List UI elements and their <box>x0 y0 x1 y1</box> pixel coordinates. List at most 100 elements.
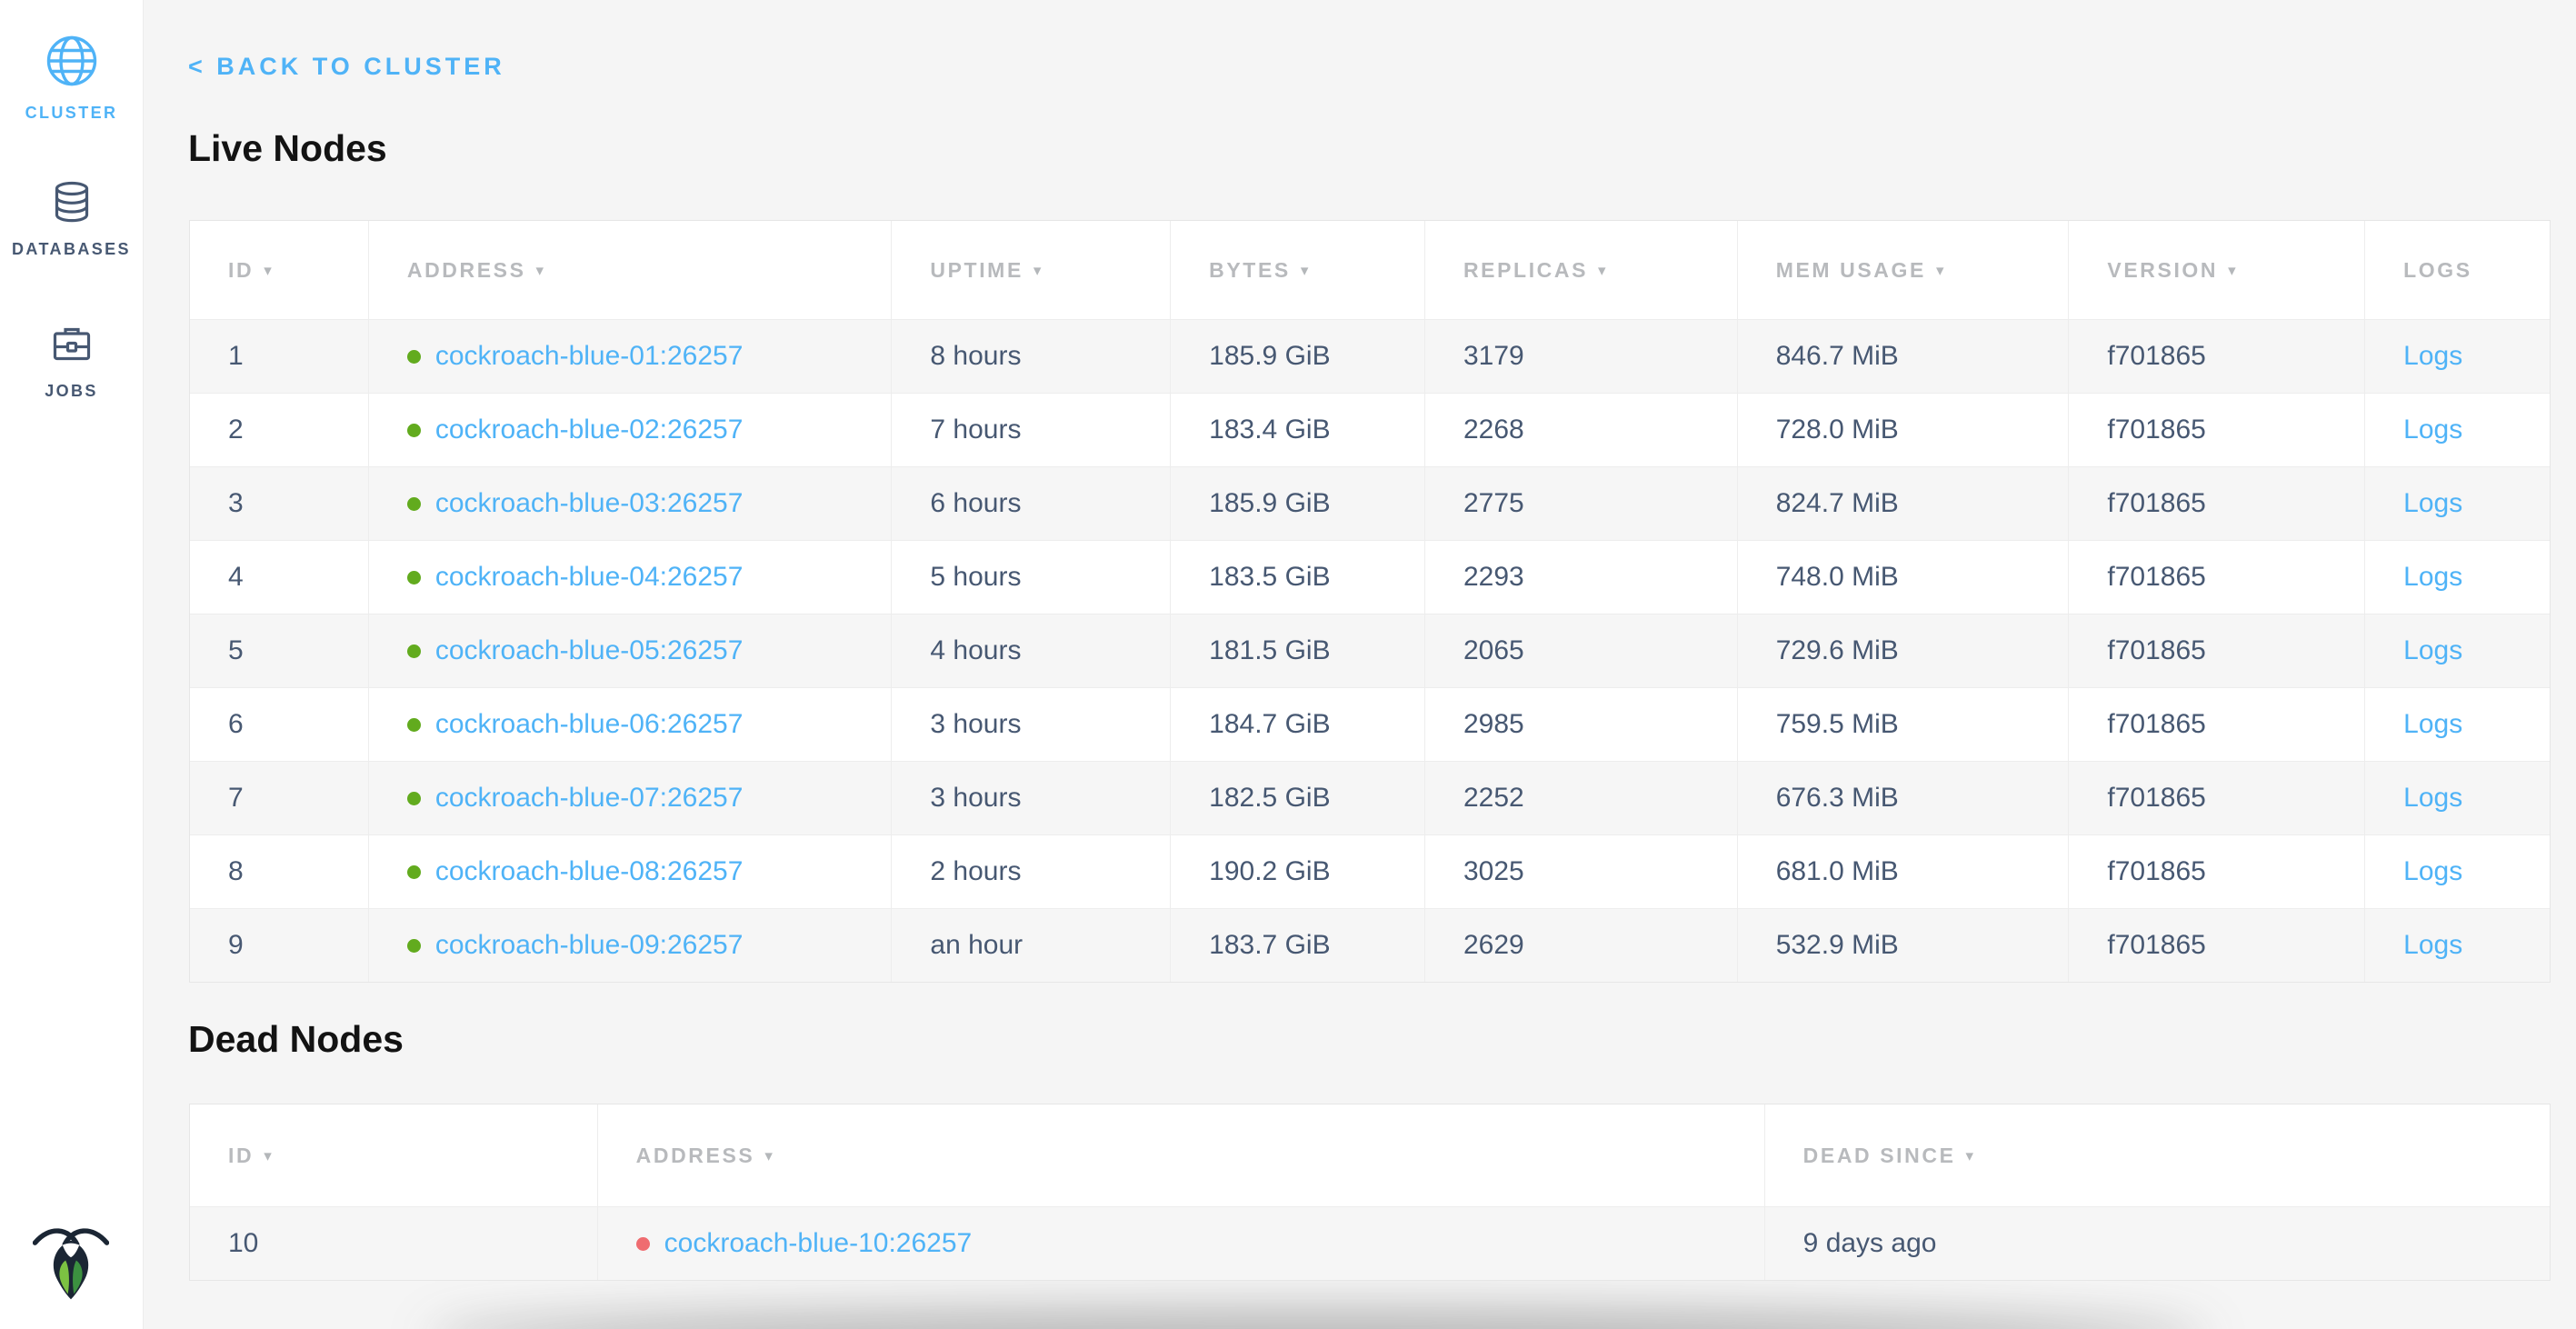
live-node-row: 7 cockroach-blue-07:26257 3 hours 182.5 … <box>190 761 2550 834</box>
sidebar: CLUSTER DATABASES <box>0 0 144 1329</box>
node-logs-cell: Logs <box>2365 909 2550 982</box>
sort-arrow-icon: ▾ <box>764 1147 774 1165</box>
node-address-link[interactable]: cockroach-blue-10:26257 <box>664 1228 973 1259</box>
node-bytes-cell: 183.7 GiB <box>1171 909 1425 982</box>
column-header-id[interactable]: ID▾ <box>190 221 369 319</box>
briefcase-icon <box>50 322 94 370</box>
node-dead-since-cell: 9 days ago <box>1765 1207 2550 1280</box>
live-status-dot <box>407 792 421 805</box>
node-replicas-cell: 3179 <box>1425 320 1738 393</box>
column-header-address[interactable]: ADDRESS ▾ <box>598 1104 1765 1206</box>
column-header-replicas[interactable]: REPLICAS▾ <box>1425 221 1738 319</box>
logs-link[interactable]: Logs <box>2403 562 2462 593</box>
node-address-link[interactable]: cockroach-blue-05:26257 <box>435 635 744 666</box>
node-address-link[interactable]: cockroach-blue-06:26257 <box>435 709 744 740</box>
column-header-label: ID <box>228 1144 254 1168</box>
logs-link[interactable]: Logs <box>2403 341 2462 372</box>
node-replicas-cell: 2268 <box>1425 394 1738 466</box>
node-logs-cell: Logs <box>2365 394 2550 466</box>
node-version-cell: f701865 <box>2069 909 2365 982</box>
node-logs-cell: Logs <box>2365 467 2550 540</box>
node-mem-usage-cell: 532.9 MiB <box>1738 909 2070 982</box>
node-version-cell: f701865 <box>2069 467 2365 540</box>
node-address-link[interactable]: cockroach-blue-09:26257 <box>435 930 744 961</box>
node-address-link[interactable]: cockroach-blue-07:26257 <box>435 783 744 814</box>
node-address-link[interactable]: cockroach-blue-01:26257 <box>435 341 744 372</box>
column-header-label: LOGS <box>2403 258 2472 283</box>
node-bytes-cell: 182.5 GiB <box>1171 762 1425 834</box>
sidebar-item-databases[interactable]: DATABASES <box>0 180 143 259</box>
dead-node-row: 10 cockroach-blue-10:26257 9 days ago <box>190 1206 2550 1280</box>
node-address-link[interactable]: cockroach-blue-04:26257 <box>435 562 744 593</box>
logs-link[interactable]: Logs <box>2403 930 2462 961</box>
node-replicas-cell: 2629 <box>1425 909 1738 982</box>
column-header-address[interactable]: ADDRESS▾ <box>369 221 893 319</box>
globe-icon <box>45 35 98 92</box>
node-version-cell: f701865 <box>2069 320 2365 393</box>
sort-arrow-icon: ▾ <box>1598 262 1608 280</box>
node-address-link[interactable]: cockroach-blue-02:26257 <box>435 415 744 445</box>
logs-link[interactable]: Logs <box>2403 488 2462 519</box>
node-address-cell: cockroach-blue-09:26257 <box>369 909 893 982</box>
column-header-id[interactable]: ID▾ <box>190 1104 598 1206</box>
node-uptime-cell: 7 hours <box>892 394 1171 466</box>
live-status-dot <box>407 645 421 658</box>
column-header-dead-since[interactable]: DEAD SINCE ▾ <box>1765 1104 2550 1206</box>
sidebar-item-jobs[interactable]: JOBS <box>0 322 143 401</box>
node-id-cell: 10 <box>190 1207 598 1280</box>
column-header-bytes[interactable]: BYTES▾ <box>1171 221 1425 319</box>
node-mem-usage-cell: 729.6 MiB <box>1738 615 2070 687</box>
node-mem-usage-cell: 681.0 MiB <box>1738 835 2070 908</box>
sort-arrow-icon: ▾ <box>1966 1147 1976 1165</box>
node-id-cell: 8 <box>190 835 369 908</box>
node-bytes-cell: 183.4 GiB <box>1171 394 1425 466</box>
node-id-cell: 3 <box>190 467 369 540</box>
live-nodes-table: ID▾ ADDRESS▾ UPTIME▾ BYTES▾ REPLICAS▾ ME… <box>189 220 2551 983</box>
dead-nodes-header-row: ID▾ ADDRESS ▾ DEAD SINCE ▾ <box>190 1104 2550 1206</box>
logs-link[interactable]: Logs <box>2403 709 2462 740</box>
node-replicas-cell: 2985 <box>1425 688 1738 761</box>
node-mem-usage-cell: 728.0 MiB <box>1738 394 2070 466</box>
column-header-label: BYTES <box>1209 258 1291 283</box>
node-uptime-cell: 3 hours <box>892 762 1171 834</box>
column-header-logs: LOGS <box>2365 221 2550 319</box>
node-uptime-cell: an hour <box>892 909 1171 982</box>
node-mem-usage-cell: 846.7 MiB <box>1738 320 2070 393</box>
column-header-label: DEAD SINCE <box>1803 1144 1956 1168</box>
logs-link[interactable]: Logs <box>2403 415 2462 445</box>
node-bytes-cell: 185.9 GiB <box>1171 467 1425 540</box>
column-header-uptime[interactable]: UPTIME▾ <box>892 221 1171 319</box>
node-uptime-cell: 2 hours <box>892 835 1171 908</box>
logs-link[interactable]: Logs <box>2403 783 2462 814</box>
column-header-mem-usage[interactable]: MEM USAGE▾ <box>1738 221 2070 319</box>
node-version-cell: f701865 <box>2069 835 2365 908</box>
sidebar-item-cluster[interactable]: CLUSTER <box>0 35 143 123</box>
node-version-cell: f701865 <box>2069 615 2365 687</box>
node-address-cell: cockroach-blue-05:26257 <box>369 615 893 687</box>
node-replicas-cell: 2775 <box>1425 467 1738 540</box>
sort-arrow-icon: ▾ <box>1033 262 1043 280</box>
node-mem-usage-cell: 824.7 MiB <box>1738 467 2070 540</box>
node-address-link[interactable]: cockroach-blue-03:26257 <box>435 488 744 519</box>
node-logs-cell: Logs <box>2365 688 2550 761</box>
node-address-cell: cockroach-blue-06:26257 <box>369 688 893 761</box>
column-header-version[interactable]: VERSION ▾ <box>2069 221 2365 319</box>
live-status-dot <box>407 350 421 364</box>
node-bytes-cell: 184.7 GiB <box>1171 688 1425 761</box>
column-header-label: ADDRESS <box>636 1144 755 1168</box>
node-uptime-cell: 3 hours <box>892 688 1171 761</box>
logs-link[interactable]: Logs <box>2403 635 2462 666</box>
window-bottom-shadow <box>427 1311 2209 1329</box>
dead-status-dot <box>636 1237 650 1251</box>
node-address-cell: cockroach-blue-01:26257 <box>369 320 893 393</box>
column-header-label: MEM USAGE <box>1776 258 1926 283</box>
logs-link[interactable]: Logs <box>2403 856 2462 887</box>
back-to-cluster-link[interactable]: < BACK TO CLUSTER <box>188 53 505 81</box>
sort-arrow-icon: ▾ <box>2228 262 2238 280</box>
column-header-label: VERSION <box>2107 258 2218 283</box>
node-bytes-cell: 185.9 GiB <box>1171 320 1425 393</box>
node-id-cell: 9 <box>190 909 369 982</box>
node-bytes-cell: 181.5 GiB <box>1171 615 1425 687</box>
node-address-link[interactable]: cockroach-blue-08:26257 <box>435 856 744 887</box>
column-header-label: ID <box>228 258 254 283</box>
